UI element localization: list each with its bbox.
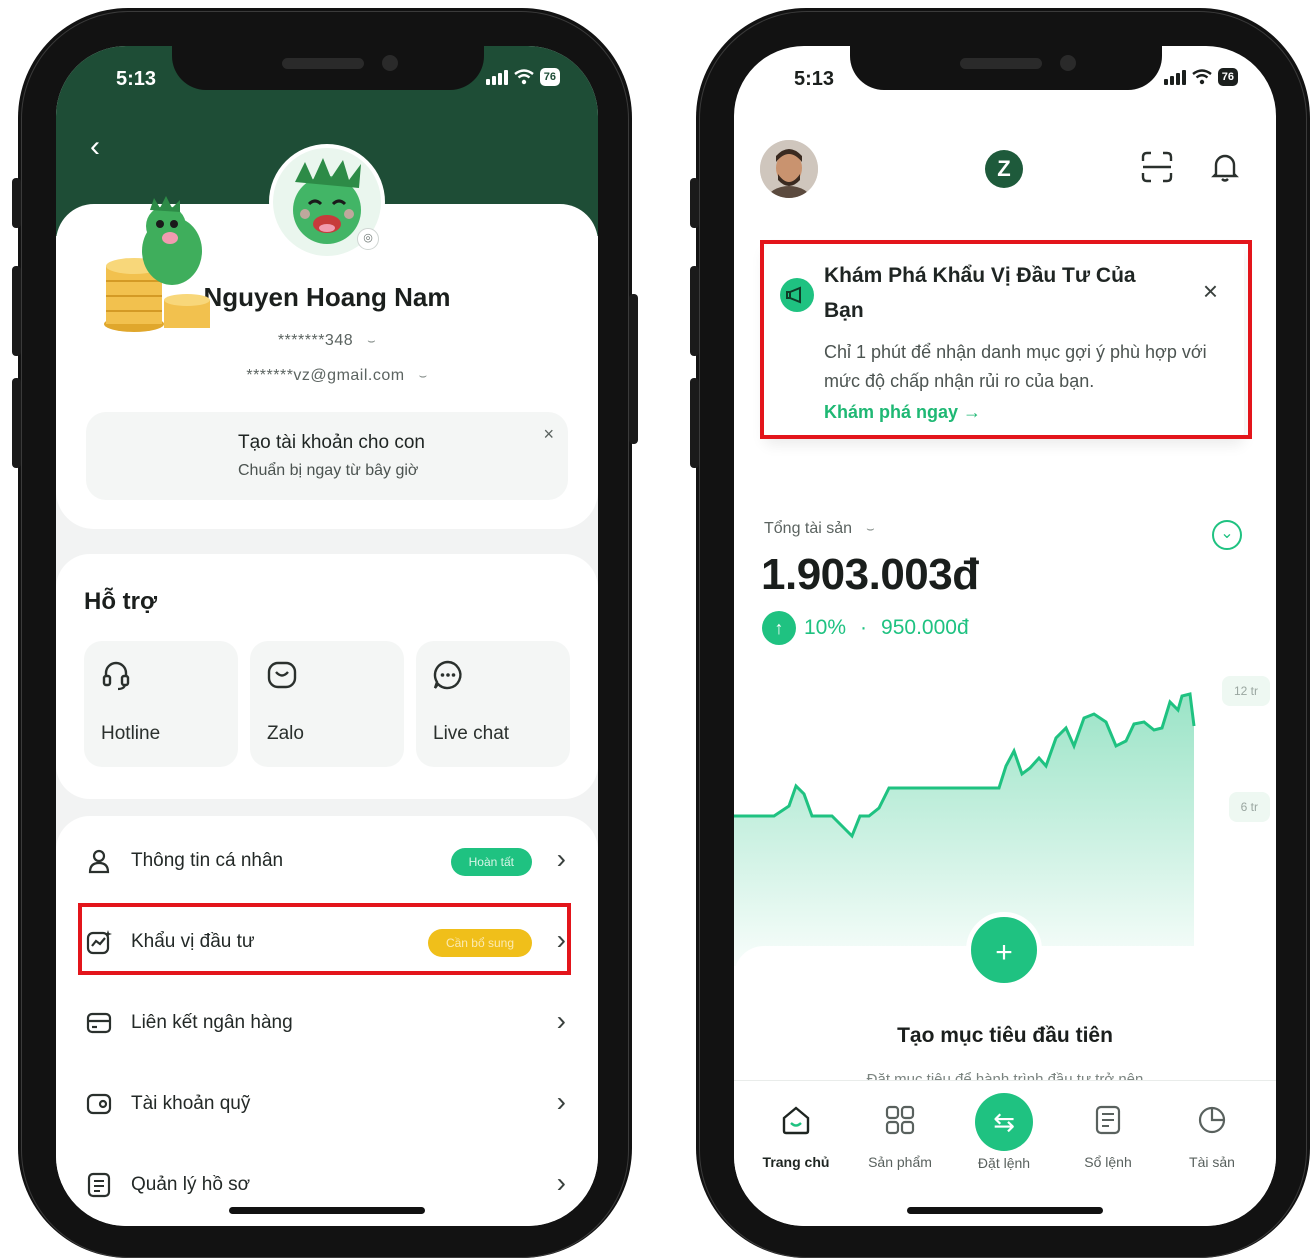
tab-label: Trang chủ (762, 1154, 830, 1170)
assets-gain: ↑ 10% · 950.000đ (762, 611, 969, 645)
email-row: *******vz@gmail.com ⌣ (56, 367, 598, 385)
user-icon (88, 849, 110, 874)
tab-products[interactable]: Sản phẩm (848, 1095, 952, 1170)
support-label: Hotline (101, 723, 161, 744)
card-icon (86, 1012, 112, 1034)
goal-title: Tạo mục tiêu đầu tiên (897, 1024, 1113, 1047)
headset-icon (102, 661, 130, 691)
status-icons: 76 (1163, 68, 1238, 86)
tab-label: Tài sản (1189, 1154, 1235, 1170)
menu-fund-account[interactable]: Tài khoản quỹ › (56, 1069, 598, 1145)
support-title: Hỗ trợ (84, 588, 158, 615)
tab-label: Đặt lệnh (977, 1155, 1031, 1171)
pie-icon (1198, 1106, 1226, 1134)
document-icon (87, 1172, 111, 1198)
support-card: Hỗ trợ Hotline Zalo Live chat (56, 554, 598, 799)
assets-value: 1.903.003đ (761, 550, 979, 599)
eye-closed-icon[interactable]: ⌣ (367, 333, 376, 349)
child-account-promo[interactable]: Tạo tài khoản cho con Chuẩn bị ngay từ b… (86, 412, 568, 500)
home-icon (782, 1106, 810, 1135)
assets-label-row: Tổng tài sản ⌣ (764, 520, 875, 538)
close-icon[interactable]: × (543, 424, 554, 445)
swap-icon: ⇆ (975, 1093, 1033, 1151)
eye-closed-icon[interactable]: ⌣ (866, 521, 875, 537)
chevron-right-icon: › (556, 1167, 566, 1198)
add-goal-button[interactable]: + (966, 912, 1042, 988)
menu-bank-link[interactable]: Liên kết ngân hàng › (56, 988, 598, 1064)
chevron-down-icon[interactable]: ⌄ (1212, 520, 1242, 550)
tab-order-book[interactable]: Sổ lệnh (1056, 1095, 1160, 1170)
tab-assets[interactable]: Tài sản (1160, 1095, 1264, 1170)
promo-title: Tạo tài khoản cho con (238, 432, 425, 453)
highlight-box (760, 240, 1252, 439)
right-phone-frame: 5:13 76 Z Khám Phá Khẩu Vị Đầu Tư Của Bạ… (690, 8, 1310, 1258)
menu-personal-info[interactable]: Thông tin cá nhân Hoàn tất › (56, 826, 598, 902)
avatar[interactable]: ◎ (269, 144, 385, 260)
chat-dots-icon (433, 660, 462, 690)
app-logo: Z (985, 150, 1023, 188)
chevron-right-icon: › (556, 1005, 566, 1036)
support-hotline[interactable]: Hotline (84, 641, 238, 767)
chevron-right-icon: › (556, 843, 566, 874)
back-button[interactable]: ‹ (90, 132, 100, 162)
tab-label: Sản phẩm (868, 1154, 932, 1170)
home-screen: 5:13 76 Z Khám Phá Khẩu Vị Đầu Tư Của Bạ… (734, 46, 1276, 1226)
status-badge: Hoàn tất (450, 848, 532, 876)
settings-menu: Thông tin cá nhân Hoàn tất › Khẩu vị đầu… (56, 816, 598, 1226)
y-axis-tick: 12 tr (1221, 676, 1270, 706)
scan-icon[interactable] (1140, 150, 1174, 184)
menu-label: Liên kết ngân hàng (131, 1012, 293, 1033)
home-indicator (229, 1207, 425, 1214)
promo-subtitle: Chuẩn bị ngay từ bây giờ (238, 462, 419, 479)
gain-amount: 950.000đ (881, 616, 969, 639)
email-masked: *******vz@gmail.com (246, 367, 405, 384)
tab-label: Sổ lệnh (1084, 1154, 1132, 1170)
goal-subtitle: Đặt mục tiêu để hành trình đầu tư trở nê… (866, 1071, 1144, 1080)
y-axis-tick: 6 tr (1228, 792, 1270, 822)
home-indicator (907, 1207, 1103, 1214)
status-time: 5:13 (794, 68, 835, 90)
menu-label: Thông tin cá nhân (131, 850, 284, 871)
support-label: Zalo (267, 723, 304, 744)
support-label: Live chat (433, 723, 510, 744)
eye-closed-icon[interactable]: ⌣ (419, 368, 428, 384)
tab-home[interactable]: Trang chủ (744, 1095, 848, 1170)
highlight-box (78, 903, 571, 975)
status-icons: 76 (485, 68, 560, 86)
menu-profile-management[interactable]: Quản lý hồ sơ › (56, 1150, 598, 1226)
wifi-icon (514, 69, 534, 85)
grid-icon (885, 1105, 915, 1135)
bottom-tab-bar: Trang chủ Sản phẩm ⇆ Đặt lệnh Sổ lệnh Tà… (734, 1080, 1276, 1226)
assets-label: Tổng tài sản (764, 520, 853, 537)
phone-masked: *******348 (277, 332, 354, 349)
gain-percent: 10% (804, 616, 847, 639)
separator-dot: · (860, 616, 868, 639)
chevron-right-icon: › (556, 1086, 566, 1117)
wallet-icon (86, 1093, 112, 1115)
status-time: 5:13 (116, 68, 157, 90)
profile-screen: 5:13 76 ‹ Nguyen Hoang Nam *******348 ⌣ *… (56, 46, 598, 1226)
signal-icon (485, 69, 508, 85)
order-book-icon (1095, 1105, 1121, 1135)
battery-icon: 76 (1217, 68, 1238, 86)
message-bubble-icon (267, 661, 297, 689)
arrow-up-icon: ↑ (762, 611, 796, 645)
avatar[interactable] (760, 140, 818, 198)
support-zalo[interactable]: Zalo (250, 641, 404, 767)
dragon-coins-illustration (104, 196, 210, 332)
camera-icon[interactable]: ◎ (357, 228, 379, 250)
battery-icon: 76 (539, 68, 560, 86)
bell-icon[interactable] (1208, 150, 1242, 184)
notch (172, 46, 484, 90)
menu-label: Tài khoản quỹ (131, 1093, 251, 1114)
support-livechat[interactable]: Live chat (416, 641, 570, 767)
wifi-icon (1192, 69, 1212, 85)
notch (850, 46, 1162, 90)
chart-area (734, 694, 1194, 966)
menu-label: Quản lý hồ sơ (131, 1174, 251, 1195)
left-phone-frame: 5:13 76 ‹ Nguyen Hoang Nam *******348 ⌣ *… (12, 8, 638, 1258)
tab-place-order[interactable]: ⇆ Đặt lệnh (952, 1093, 1056, 1171)
signal-icon (1163, 69, 1186, 85)
